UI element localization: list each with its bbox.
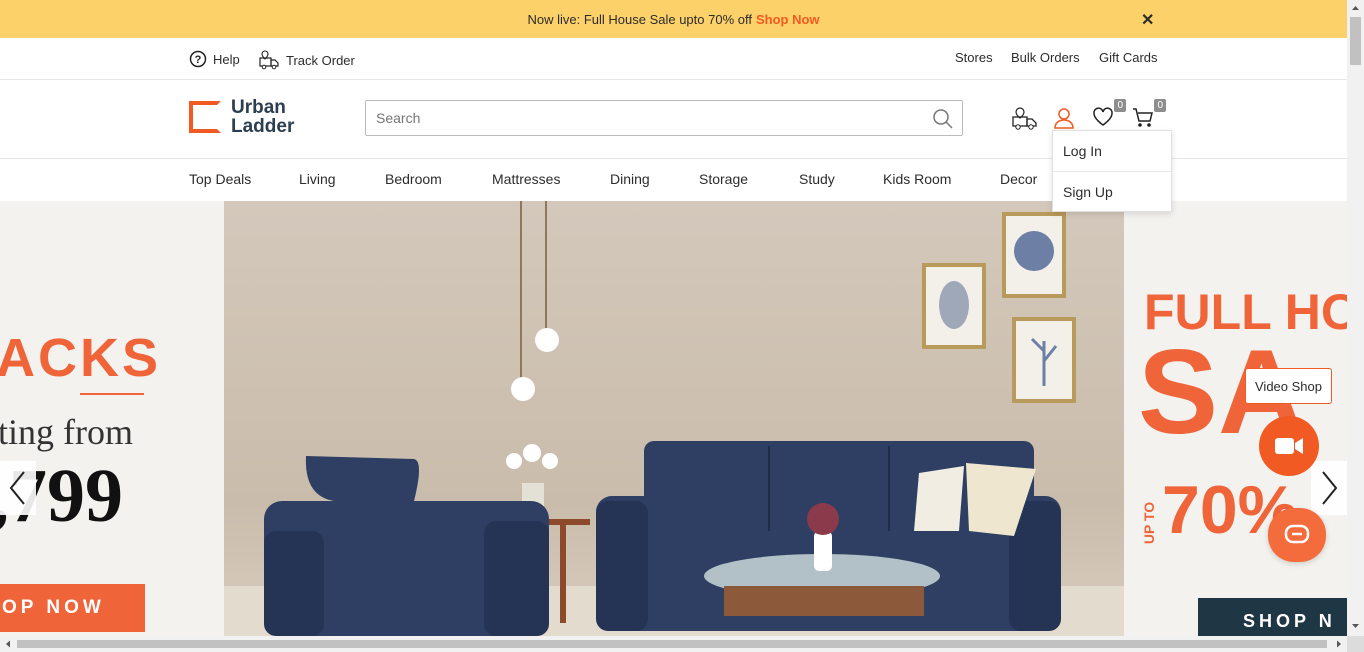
track-order-label: Track Order	[286, 52, 355, 68]
announcement-bar: Now live: Full House Sale upto 70% off S…	[0, 0, 1347, 38]
logo-line-2: Ladder	[231, 116, 295, 137]
bulk-orders-link[interactable]: Bulk Orders	[1011, 50, 1080, 65]
vertical-scrollbar[interactable]	[1347, 0, 1364, 636]
right-banner-upto: UP TO	[1141, 501, 1158, 545]
logo-text: Urban Ladder	[231, 98, 294, 136]
left-banner-divider	[80, 393, 144, 395]
chat-button[interactable]	[1268, 508, 1326, 562]
cart-icon	[1133, 108, 1153, 127]
video-shop-label[interactable]: Video Shop	[1245, 368, 1332, 404]
chat-icon	[1284, 524, 1310, 544]
stores-link[interactable]: Stores	[955, 50, 993, 65]
close-icon[interactable]: ✕	[1141, 10, 1154, 30]
horizontal-scroll-thumb[interactable]	[17, 640, 1327, 648]
nav-item-dining[interactable]: Dining	[610, 171, 650, 187]
heart-icon	[1093, 107, 1113, 126]
scroll-down-arrow-icon[interactable]	[1347, 620, 1364, 632]
living-room-banner-image[interactable]	[224, 201, 1199, 636]
scroll-left-arrow-icon[interactable]	[2, 636, 14, 652]
left-promo-banner[interactable]: ACKS ting from ,799 OP NOW	[0, 201, 224, 636]
hero-carousel: ACKS ting from ,799 OP NOW FULL HO SA UP…	[0, 201, 1347, 636]
living-room-illustration	[224, 201, 1199, 636]
carousel-next-button[interactable]	[1311, 461, 1347, 515]
nav-item-study[interactable]: Study	[799, 171, 835, 187]
gift-cards-link[interactable]: Gift Cards	[1099, 50, 1158, 65]
nav-item-kids-room[interactable]: Kids Room	[883, 171, 951, 187]
login-link[interactable]: Log In	[1053, 131, 1171, 171]
nav-item-top-deals[interactable]: Top Deals	[189, 171, 251, 187]
logo[interactable]: Urban Ladder	[189, 98, 294, 136]
scroll-right-arrow-icon[interactable]	[1333, 636, 1345, 652]
help-link[interactable]: ? Help	[189, 50, 240, 68]
chevron-right-icon	[1322, 471, 1338, 505]
chevron-left-icon	[9, 471, 25, 505]
shop-now-link[interactable]: Shop Now	[756, 12, 820, 27]
announcement-text: Now live: Full House Sale upto 70% off	[527, 11, 752, 27]
svg-text:?: ?	[195, 54, 202, 66]
right-promo-banner[interactable]: FULL HO SA UP TO 70% SHOP N	[1124, 201, 1347, 636]
search-icon[interactable]	[932, 108, 954, 130]
logo-line-1: Urban	[231, 97, 286, 118]
truck-location-icon	[259, 50, 279, 70]
search-box	[365, 100, 963, 136]
nav-item-living[interactable]: Living	[299, 171, 336, 187]
cart-count-badge: 0	[1154, 99, 1166, 112]
account-dropdown: Log In Sign Up	[1052, 130, 1172, 212]
video-shop-button[interactable]	[1259, 416, 1319, 476]
nav-item-mattresses[interactable]: Mattresses	[492, 171, 560, 187]
left-banner-subline: ting from	[0, 412, 133, 452]
help-label: Help	[213, 51, 240, 67]
track-order-header-icon[interactable]	[1012, 107, 1038, 136]
nav-item-decor[interactable]: Decor	[1000, 171, 1037, 187]
page: Now live: Full House Sale upto 70% off S…	[0, 0, 1347, 636]
carousel-prev-button[interactable]	[0, 461, 36, 515]
track-order-link[interactable]: Track Order	[259, 50, 355, 70]
user-icon	[1054, 108, 1074, 129]
nav-item-bedroom[interactable]: Bedroom	[385, 171, 442, 187]
right-banner-cta[interactable]: SHOP N	[1198, 598, 1347, 636]
truck-location-icon	[1012, 107, 1037, 130]
utility-bar: ? Help Track Order Stores Bulk Orders Gi…	[0, 38, 1347, 80]
wishlist-button[interactable]: 0	[1092, 99, 1126, 132]
vertical-scroll-thumb[interactable]	[1350, 17, 1361, 65]
scroll-up-arrow-icon[interactable]	[1347, 2, 1364, 14]
video-camera-icon	[1275, 438, 1303, 454]
scrollbar-corner	[1347, 636, 1364, 652]
horizontal-scrollbar[interactable]	[0, 636, 1347, 652]
left-banner-headline: ACKS	[0, 328, 162, 388]
help-icon: ?	[189, 50, 207, 68]
left-banner-cta[interactable]: OP NOW	[0, 584, 145, 632]
signup-link[interactable]: Sign Up	[1053, 171, 1171, 212]
logo-mark	[189, 101, 221, 133]
nav-item-storage[interactable]: Storage	[699, 171, 748, 187]
search-input[interactable]	[366, 101, 926, 135]
wishlist-count-badge: 0	[1114, 99, 1126, 112]
